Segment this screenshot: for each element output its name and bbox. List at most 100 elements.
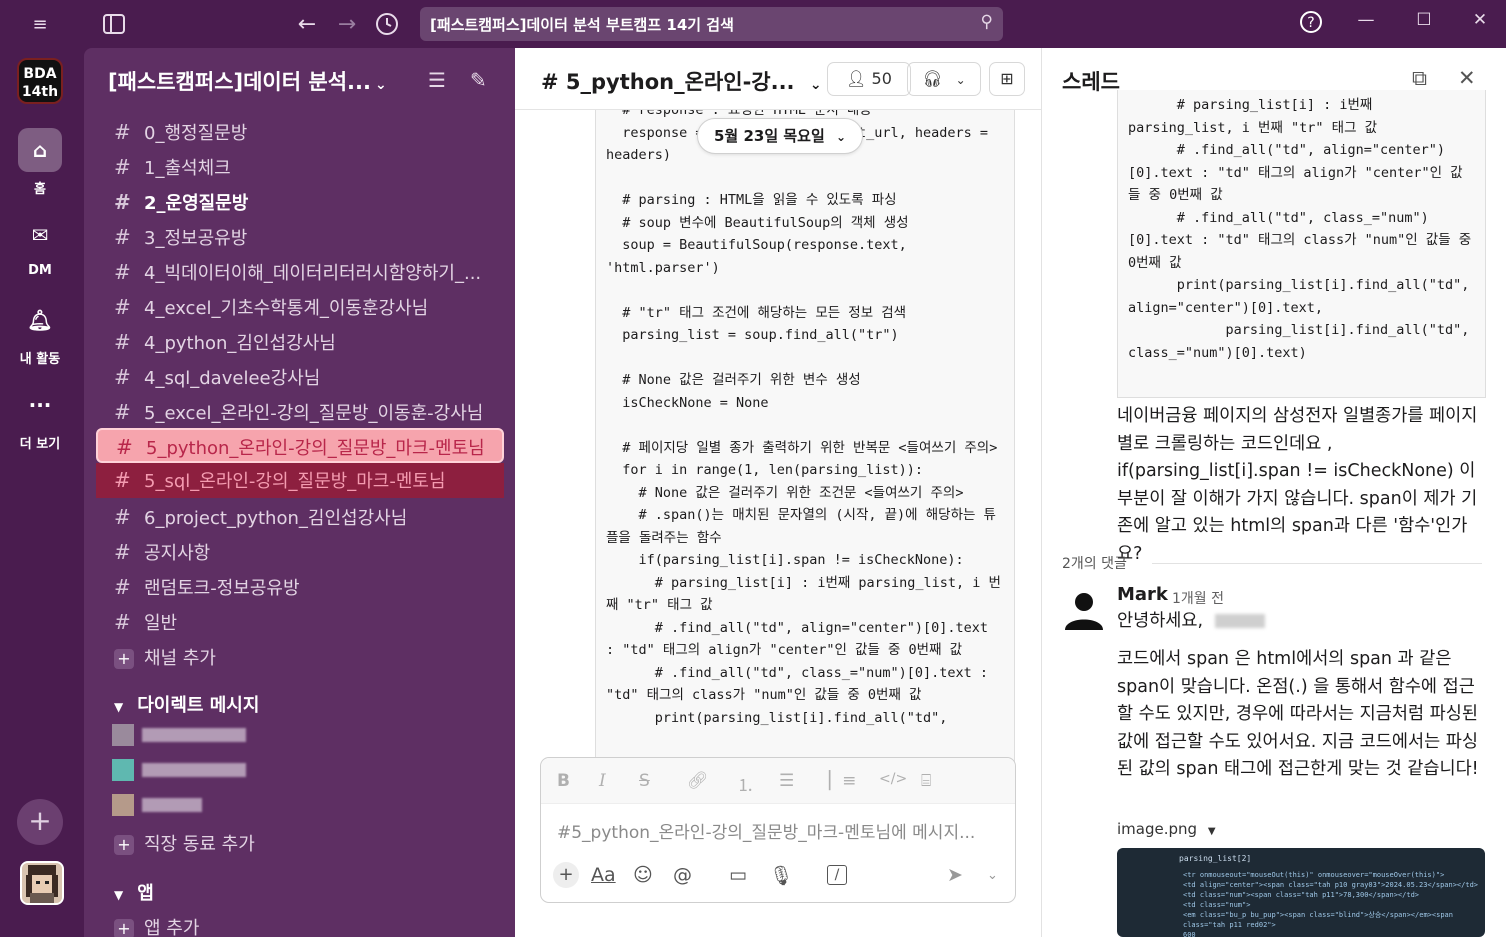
menu-icon[interactable]: ≡ (26, 10, 54, 38)
bold-icon[interactable]: B (557, 771, 570, 791)
add-coworker-button[interactable]: + 직장 동료 추가 (96, 826, 504, 859)
maximize-icon[interactable]: ☐ (1410, 10, 1438, 30)
mention-icon[interactable]: @ (673, 864, 692, 886)
rail-dm[interactable]: ✉ DM (0, 213, 80, 278)
add-app-button[interactable]: + 앱 추가 (96, 910, 504, 937)
thread-code-text: # parsing_list[i] : i번째 parsing_list, i … (1128, 97, 1472, 361)
sidebar-channel-highlighted[interactable]: #5_sql_온라인-강의_질문방_마크-멘토님 (96, 463, 504, 498)
italic-icon[interactable]: I (599, 771, 606, 791)
blockquote-icon[interactable]: ▏≡ (829, 771, 856, 791)
sidebar-channel[interactable]: #1_출석체크 (96, 150, 504, 183)
huddle-button[interactable]: 🎧︎ ⌄ (907, 62, 981, 96)
compose-icon[interactable]: ✎ (470, 68, 487, 92)
caret-down-icon: ▼ (114, 700, 124, 714)
sidebar-channel-selected[interactable]: #5_python_온라인-강의_질문방_마크-멘토님 (96, 428, 504, 463)
search-input[interactable]: [패스트캠퍼스]데이터 분석 부트캠프 14기 검색 ⚲ (420, 7, 1003, 41)
dm-item[interactable] (112, 794, 312, 820)
sidebar-toggle-icon[interactable] (100, 10, 128, 38)
apps-section-header[interactable]: ▼ 앱 (114, 879, 154, 905)
avatar (112, 794, 134, 816)
dm-section-label: 다이렉트 메시지 (137, 695, 260, 716)
reply-author[interactable]: Mark (1117, 584, 1168, 605)
sidebar-channel[interactable]: # 공지사항 (96, 535, 504, 568)
add-coworker-label: 직장 동료 추가 (144, 834, 255, 855)
members-button[interactable]: 👤︎ 50 (827, 62, 911, 96)
close-window-icon[interactable]: ✕ (1466, 10, 1494, 30)
numbered-list-icon[interactable]: ⒈ (737, 771, 754, 796)
text-format-icon[interactable]: Aa (591, 864, 616, 886)
channel-title[interactable]: # 5_python_온라인-강... ⌄ (541, 66, 822, 96)
divider (1152, 563, 1482, 564)
redacted-name (142, 728, 246, 742)
channel-header: # 5_python_온라인-강... ⌄ 👤︎ 50 🎧︎ ⌄ ⊞ (515, 48, 1041, 110)
canvas-icon: ⊞ (1000, 69, 1014, 88)
hash-icon: # (114, 610, 131, 634)
rail-more[interactable]: ··· 더 보기 (0, 383, 80, 452)
redacted-name (1214, 614, 1265, 628)
headphones-icon: 🎧︎ (922, 69, 943, 88)
plus-icon: + (114, 919, 134, 937)
strikethrough-icon[interactable]: S (639, 771, 650, 791)
dm-icon: ✉ (31, 223, 49, 247)
video-icon[interactable]: ▭ (729, 864, 747, 886)
channel-label: 4_excel_기초수학통계_이동훈강사님 (144, 298, 429, 319)
rail-home[interactable]: ⌂ 홈 (0, 128, 80, 197)
history-icon[interactable] (373, 10, 401, 38)
hash-icon: # (114, 330, 131, 354)
dm-item[interactable] (112, 759, 312, 785)
add-workspace-button[interactable]: + (17, 799, 63, 845)
date-divider-button[interactable]: 5월 23일 목요일 ⌄ (697, 118, 864, 154)
close-icon[interactable]: ✕ (1458, 66, 1476, 90)
code-icon[interactable]: </> (879, 771, 907, 787)
date-label: 5월 23일 목요일 (714, 127, 825, 145)
dm-item[interactable] (112, 724, 312, 750)
rail-dm-label: DM (28, 263, 52, 278)
attachment-image[interactable]: parsing_list[2] <tr onmouseout="mouseOut… (1117, 848, 1485, 937)
avatar (112, 759, 134, 781)
sidebar-channel[interactable]: #0_행정질문방 (96, 115, 504, 148)
open-in-window-icon[interactable]: ⧉ (1412, 66, 1427, 91)
workspace-logo[interactable]: BDA 14th (17, 58, 63, 104)
attachment-header[interactable]: image.png ▼ (1117, 820, 1216, 838)
sidebar-channel[interactable]: # 랜덤토크-정보공유방 (96, 570, 504, 603)
sidebar-channel[interactable]: #3_정보공유방 (96, 220, 504, 253)
reply-greeting-line: 안녕하세요, (1117, 608, 1489, 636)
person-icon: 👤︎ (846, 69, 867, 88)
minimize-icon[interactable]: — (1352, 10, 1380, 30)
add-channel-button[interactable]: + 채널 추가 (96, 640, 504, 673)
sidebar-channel[interactable]: #2_운영질문방 (96, 185, 504, 218)
channel-label: 2_운영질문방 (144, 193, 249, 214)
back-arrow-icon[interactable]: ← (293, 10, 321, 38)
message-composer[interactable]: B I S 🔗︎ ⒈ ☰ ▏≡ </> ⌸ #5_python_온라인-강의_질… (540, 757, 1016, 903)
sidebar-channel[interactable]: #6_project_python_김인섭강사님 (96, 500, 504, 533)
avatar[interactable] (1062, 588, 1106, 632)
message-input[interactable]: #5_python_온라인-강의_질문방_마크-멘토님에 메시지... (557, 818, 1007, 843)
search-text: [패스트캠퍼스]데이터 분석 부트캠프 14기 검색 (430, 16, 734, 34)
code-block-icon[interactable]: ⌸ (921, 771, 931, 791)
sidebar-channel[interactable]: #4_python_김인섭강사님 (96, 325, 504, 358)
user-avatar[interactable] (20, 861, 64, 905)
emoji-icon[interactable]: ☺ (633, 864, 653, 886)
hash-icon: # (114, 260, 131, 284)
attach-plus-icon[interactable]: + (553, 862, 579, 888)
reply-timestamp[interactable]: 1개월 전 (1172, 588, 1224, 608)
sidebar-channel[interactable]: #4_빅데이터이해_데이터리터러시함양하기_... (96, 255, 504, 288)
sidebar-channel[interactable]: #4_sql_davelee강사님 (96, 360, 504, 393)
help-icon[interactable]: ? (1297, 10, 1325, 39)
send-icon[interactable]: ➤ (947, 864, 963, 886)
sidebar-channel[interactable]: #5_excel_온라인-강의_질문방_이동훈-강사님 (96, 395, 504, 428)
filter-icon[interactable]: ☰ (428, 68, 446, 92)
shortcut-icon[interactable]: / (827, 865, 847, 885)
dm-section-header[interactable]: ▼ 다이렉트 메시지 (114, 691, 259, 717)
microphone-icon[interactable]: 🎙︎ (769, 864, 793, 887)
link-icon[interactable]: 🔗︎ (687, 771, 709, 791)
forward-arrow-icon[interactable]: → (333, 10, 361, 38)
chevron-down-icon: ⌄ (836, 130, 847, 144)
more-icon: ··· (28, 393, 52, 417)
sidebar-channel[interactable]: #4_excel_기초수학통계_이동훈강사님 (96, 290, 504, 323)
chevron-down-icon[interactable]: ⌄ (987, 868, 998, 883)
canvas-button[interactable]: ⊞ (989, 62, 1025, 96)
sidebar-channel[interactable]: # 일반 (96, 605, 504, 638)
bullet-list-icon[interactable]: ☰ (779, 771, 794, 791)
rail-activity[interactable]: 🔔︎ 내 활동 (0, 298, 80, 367)
